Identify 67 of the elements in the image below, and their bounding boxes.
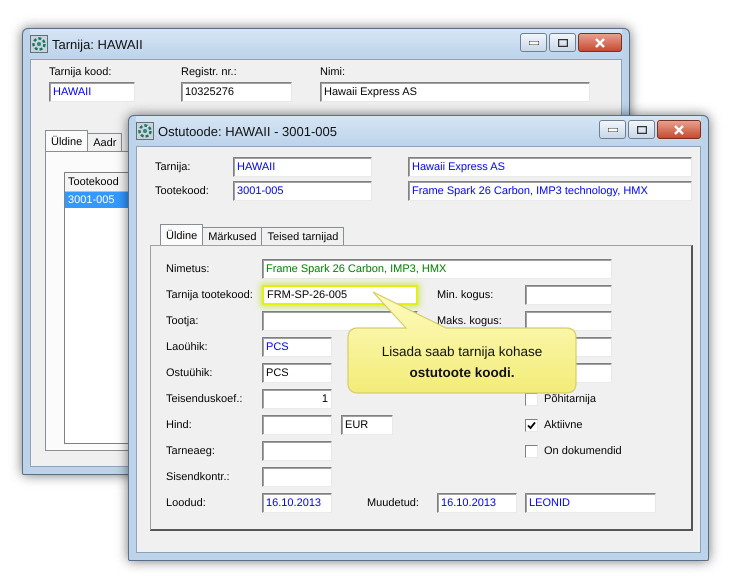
text-field[interactable]: Hawaii Express AS	[320, 82, 590, 102]
text-field[interactable]	[525, 285, 612, 305]
close-icon	[673, 124, 685, 134]
text-field[interactable]	[262, 441, 332, 461]
text-field[interactable]	[525, 311, 612, 331]
text-field[interactable]: 1	[262, 389, 332, 409]
tab[interactable]: Teised tarnijad	[261, 227, 344, 245]
field-label: Tarnija tootekood:	[166, 289, 254, 301]
minimize-button[interactable]	[599, 120, 626, 139]
field-label: Ostuühik:	[166, 367, 214, 379]
field-label: Teisenduskoef.:	[166, 393, 244, 405]
checkbox-label: Põhitarnija	[544, 393, 596, 405]
close-button[interactable]	[578, 33, 622, 52]
maximize-button[interactable]	[549, 33, 576, 52]
text-field[interactable]: LEONID	[525, 493, 656, 513]
field-label: Nimetus:	[166, 263, 210, 275]
checkbox-label: Aktiivne	[544, 419, 583, 431]
text-field[interactable]: PCS	[262, 363, 332, 383]
maximize-icon	[558, 38, 568, 46]
field-label: Min. kogus:	[437, 289, 494, 301]
field-label: Hind:	[166, 419, 193, 431]
column-header[interactable]: Tootekood	[65, 173, 129, 192]
minimize-icon	[528, 40, 538, 44]
text-field[interactable]: 3001-005	[233, 181, 372, 201]
text-field[interactable]: 16.10.2013	[262, 493, 332, 513]
field-label: Tootekood:	[155, 185, 210, 197]
text-field[interactable]: EUR	[341, 415, 393, 435]
text-field[interactable]	[262, 467, 332, 487]
checkbox-label: On dokumendid	[544, 445, 622, 457]
field-label: Tarnija kood:	[49, 66, 112, 78]
window-title: Tarnija: HAWAII	[52, 36, 144, 52]
minimize-icon	[608, 128, 618, 132]
window-title: Ostutoode: HAWAII - 3001-005	[158, 124, 338, 138]
field-label: Laoühik:	[166, 341, 209, 353]
callout-tooltip-text: Lisada saab tarnija kohase ostutoote koodi.	[380, 343, 544, 382]
maximize-button[interactable]	[628, 120, 655, 139]
minimize-button[interactable]	[520, 33, 547, 52]
field-label: Tarnija:	[155, 161, 192, 173]
checkbox[interactable]	[525, 418, 538, 432]
text-field[interactable]: HAWAII	[49, 82, 135, 102]
text-field[interactable]: Frame Spark 26 Carbon, IMP3, HMX	[262, 259, 612, 279]
close-icon	[594, 38, 606, 48]
field-label: Tarneaeg:	[166, 445, 216, 457]
field-label: Tootja:	[166, 315, 200, 327]
checkbox[interactable]	[525, 392, 538, 406]
text-field[interactable]: FRM-SP-26-005	[262, 285, 418, 305]
close-button[interactable]	[657, 120, 701, 139]
field-label: Registr. nr.:	[181, 66, 238, 78]
field-label: Nimi:	[320, 66, 346, 78]
field-label: Muudetud:	[367, 497, 420, 509]
text-field[interactable]: Frame Spark 26 Carbon, IMP3 technology, HMX	[408, 181, 692, 201]
text-field[interactable]: HAWAII	[233, 157, 372, 177]
tab[interactable]: Aadr	[87, 133, 122, 151]
checkbox[interactable]	[525, 444, 538, 458]
field-label: Sisendkontr.:	[166, 471, 231, 483]
text-field[interactable]: 16.10.2013	[437, 493, 517, 513]
field-label: Loodud:	[166, 497, 207, 509]
tab[interactable]: Üldine	[45, 130, 88, 151]
field-label: Maks. kogus:	[437, 315, 503, 327]
text-field[interactable]: Hawaii Express AS	[408, 157, 692, 177]
maximize-icon	[636, 126, 646, 134]
app-icon	[30, 35, 48, 53]
text-field[interactable]: 10325276	[181, 82, 292, 102]
tab[interactable]: Üldine	[160, 224, 204, 245]
text-field[interactable]: PCS	[262, 337, 332, 357]
text-field[interactable]	[262, 415, 332, 435]
app-icon	[136, 122, 154, 140]
